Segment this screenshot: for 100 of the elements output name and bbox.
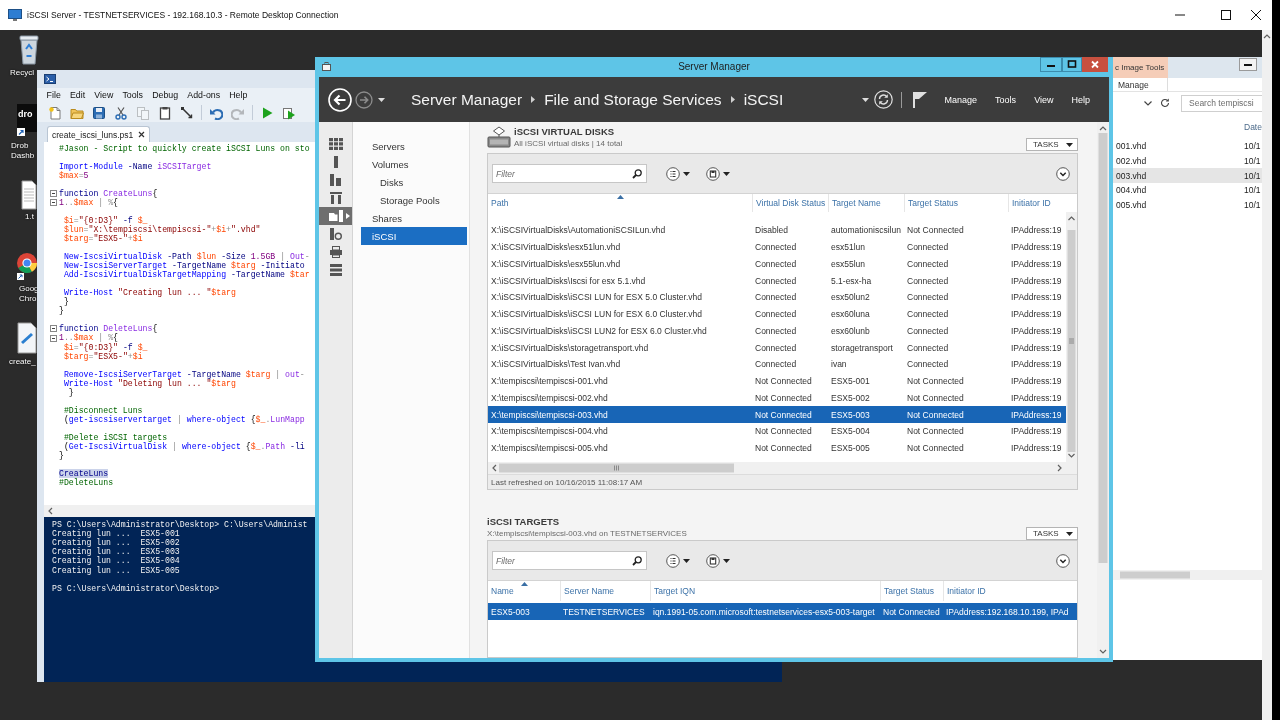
table-row[interactable]: X:\tempiscsi\tempiscsi-005.vhd Not Connected ESX5-005 Not Connected IPAddress:19 bbox=[488, 439, 1066, 457]
caret-icon[interactable] bbox=[861, 97, 869, 102]
window-title: iSCSI Server - TESTNETSERVICES - 192.168.10.3 - Remote Desktop Connection bbox=[27, 10, 339, 20]
file-row[interactable]: 002.vhd 10/1 bbox=[1113, 153, 1262, 169]
table-row[interactable]: X:\iSCSIVirtualDisks\AutomationiSCSILun.vhd Disabled automationiscsilun Not Connected IPAddress:19 bbox=[488, 222, 1066, 239]
back-icon[interactable] bbox=[328, 87, 352, 112]
scissors-icon[interactable] bbox=[114, 105, 128, 120]
table-row[interactable]: X:\iSCSIVirtualDisks\iSCSI LUN for ESX 6.0 Cluster.vhd Connected esx60luna Connected IPAddress:19 bbox=[488, 305, 1066, 323]
minimize-icon[interactable] bbox=[1239, 58, 1257, 71]
menu-item[interactable]: Help bbox=[1071, 94, 1090, 105]
breadcrumb-item[interactable]: Server Manager bbox=[411, 90, 523, 109]
list-dropdown-icon[interactable] bbox=[666, 553, 690, 568]
collapse-icon[interactable] bbox=[50, 325, 57, 333]
menu-item[interactable]: Tools bbox=[995, 94, 1017, 105]
column-header[interactable]: Target Status bbox=[880, 581, 943, 601]
table-row[interactable]: X:\tempiscsi\tempiscsi-003.vhd Not Connected ESX5-003 Not Connected IPAddress:19 bbox=[488, 406, 1066, 423]
tasks-button[interactable]: TASKS bbox=[1026, 527, 1078, 540]
save-dropdown-icon[interactable] bbox=[706, 166, 730, 181]
table-row[interactable]: X:\tempiscsi\tempiscsi-004.vhd Not Connected ESX5-004 Not Connected IPAddress:19 bbox=[488, 423, 1066, 440]
column-header[interactable]: Date bbox=[1244, 122, 1262, 132]
table-cell-text: Not Connected bbox=[754, 376, 813, 387]
file-row[interactable]: 003.vhd 10/1 bbox=[1113, 168, 1262, 184]
menu-item[interactable]: Help bbox=[224, 89, 252, 102]
editor-tab[interactable]: create_iscsi_luns.ps1 bbox=[47, 126, 151, 142]
menu-item[interactable]: View bbox=[1034, 94, 1054, 105]
filter-field[interactable]: Filter bbox=[492, 551, 647, 570]
nav-item[interactable]: iSCSI bbox=[361, 227, 467, 245]
code-line: $i="{0:D3}" -f $_ bbox=[62, 342, 148, 352]
nav-item[interactable]: Volumes bbox=[361, 155, 467, 173]
menu-item[interactable]: Add-ons bbox=[182, 89, 225, 102]
horizontal-scrollbar[interactable] bbox=[1113, 570, 1262, 580]
flag-icon[interactable] bbox=[912, 91, 927, 108]
column-header[interactable]: Virtual Disk Status bbox=[752, 194, 828, 212]
column-header[interactable]: Target Status bbox=[904, 194, 1008, 212]
column-header[interactable]: Target Name bbox=[828, 194, 904, 212]
list-dropdown-icon[interactable] bbox=[666, 166, 690, 181]
column-header[interactable]: Path bbox=[488, 194, 752, 212]
code-line: } bbox=[59, 306, 64, 316]
breadcrumb-item[interactable]: iSCSI bbox=[743, 90, 784, 109]
table-row[interactable]: X:\iSCSIVirtualDisks\Iscsi for esx 5.1.vhd Connected 5.1-esx-ha Connected IPAddress:19 bbox=[488, 272, 1066, 289]
table-cell-text: X:\iSCSIVirtualDisks\Iscsi for esx 5.1.vhd bbox=[490, 275, 647, 286]
run-icon[interactable] bbox=[260, 105, 274, 120]
menu-item[interactable]: Debug bbox=[147, 89, 183, 102]
close-icon[interactable] bbox=[1251, 10, 1261, 20]
breadcrumb-item[interactable]: File and Storage Services bbox=[544, 90, 722, 109]
new-file-icon[interactable] bbox=[48, 105, 62, 120]
file-row[interactable]: 005.vhd 10/1 bbox=[1113, 197, 1262, 213]
save-dropdown-icon[interactable] bbox=[706, 553, 730, 568]
tasks-button[interactable]: TASKS bbox=[1026, 138, 1078, 151]
table-cell-text: X:\iSCSIVirtualDisks\esx51lun.vhd bbox=[490, 242, 622, 253]
nav-item[interactable]: Servers bbox=[361, 137, 467, 155]
clipboard-icon[interactable] bbox=[158, 105, 172, 120]
run-selection-icon[interactable] bbox=[282, 105, 296, 120]
menu-item[interactable]: Manage bbox=[944, 94, 978, 105]
expand-icon[interactable] bbox=[1056, 166, 1070, 181]
table-row[interactable]: ESX5-003 TESTNETSERVICES iqn.1991-05.com.microsoft:testnetservices-esx5-003-target Not Connected IPAddress:192.168.10.199, IPAd bbox=[488, 603, 1077, 620]
table-row[interactable]: X:\iSCSIVirtualDisks\storagetransport.vhd Connected storagetransport Connected IPAddress:19 bbox=[488, 339, 1066, 356]
diagonal-arrow-icon[interactable] bbox=[180, 105, 194, 120]
column-header[interactable]: Name bbox=[488, 581, 560, 601]
expand-icon[interactable] bbox=[1056, 553, 1070, 568]
minimize-icon[interactable] bbox=[1040, 57, 1062, 72]
table-row[interactable]: X:\iSCSIVirtualDisks\iSCSI LUN for ESX 5.0 Cluster.vhd Connected esx50lun2 Connected IPAddress:19 bbox=[488, 289, 1066, 306]
table-row[interactable]: X:\iSCSIVirtualDisks\esx51lun.vhd Connected esx51lun Connected IPAddress:19 bbox=[488, 238, 1066, 256]
nav-item[interactable]: Disks bbox=[361, 173, 467, 191]
code-line: function DeleteLuns{ bbox=[59, 324, 158, 334]
column-header[interactable]: Target IQN bbox=[650, 581, 880, 601]
refresh-icon[interactable] bbox=[1160, 98, 1170, 108]
maximize-icon[interactable] bbox=[1062, 57, 1082, 72]
table-row[interactable]: X:\iSCSIVirtualDisks\iSCSI LUN2 for ESX 6.0 Cluster.vhd Connected esx60lunb Connected IPAddress:19 bbox=[488, 322, 1066, 340]
table-cell-text: storagetransport bbox=[830, 342, 894, 353]
menu-item[interactable]: Edit bbox=[65, 89, 90, 102]
collapse-icon[interactable] bbox=[50, 198, 57, 206]
filter-field[interactable]: Filter bbox=[492, 164, 647, 183]
menu-item[interactable]: Tools bbox=[117, 89, 148, 102]
horizontal-scrollbar[interactable] bbox=[488, 462, 1077, 474]
menu-item[interactable]: File bbox=[42, 89, 66, 102]
vertical-scrollbar[interactable] bbox=[1066, 212, 1077, 462]
column-header[interactable]: Initiator ID bbox=[943, 581, 1077, 601]
column-header[interactable]: Server Name bbox=[560, 581, 650, 601]
file-row[interactable]: 001.vhd 10/1 bbox=[1113, 139, 1262, 154]
collapse-icon[interactable] bbox=[50, 189, 57, 197]
table-row[interactable]: X:\iSCSIVirtualDisks\esx55lun.vhd Connected esx55lun Connected IPAddress:19 bbox=[488, 255, 1066, 273]
close-icon[interactable] bbox=[138, 131, 146, 138]
table-cell-text: X:\tempiscsi\tempiscsi-001.vhd bbox=[490, 376, 609, 387]
caret-icon[interactable] bbox=[378, 97, 385, 102]
maximize-icon[interactable] bbox=[1221, 10, 1231, 20]
collapse-icon[interactable] bbox=[50, 334, 57, 342]
table-row[interactable]: X:\tempiscsi\tempiscsi-001.vhd Not Connected ESX5-001 Not Connected IPAddress:19 bbox=[488, 372, 1066, 390]
search-field[interactable]: Search tempiscsi bbox=[1181, 94, 1262, 112]
table-row[interactable]: X:\tempiscsi\tempiscsi-002.vhd Not Connected ESX5-002 Not Connected IPAddress:19 bbox=[488, 389, 1066, 407]
nav-item[interactable]: Shares bbox=[361, 209, 467, 227]
vertical-scrollbar[interactable] bbox=[1262, 30, 1272, 720]
horizontal-scrollbar[interactable] bbox=[44, 505, 315, 517]
app-tile[interactable]: dro bbox=[17, 104, 37, 132]
chevron-down-icon[interactable] bbox=[1144, 100, 1152, 106]
file-row[interactable]: 004.vhd 10/1 bbox=[1113, 183, 1262, 198]
menu-item[interactable]: View bbox=[89, 89, 118, 102]
nav-item[interactable]: Storage Pools bbox=[361, 191, 467, 209]
table-row[interactable]: X:\iSCSIVirtualDisks\Test Ivan.vhd Connected ivan Connected IPAddress:19 bbox=[488, 356, 1066, 373]
nav-rail-item[interactable] bbox=[319, 207, 352, 225]
